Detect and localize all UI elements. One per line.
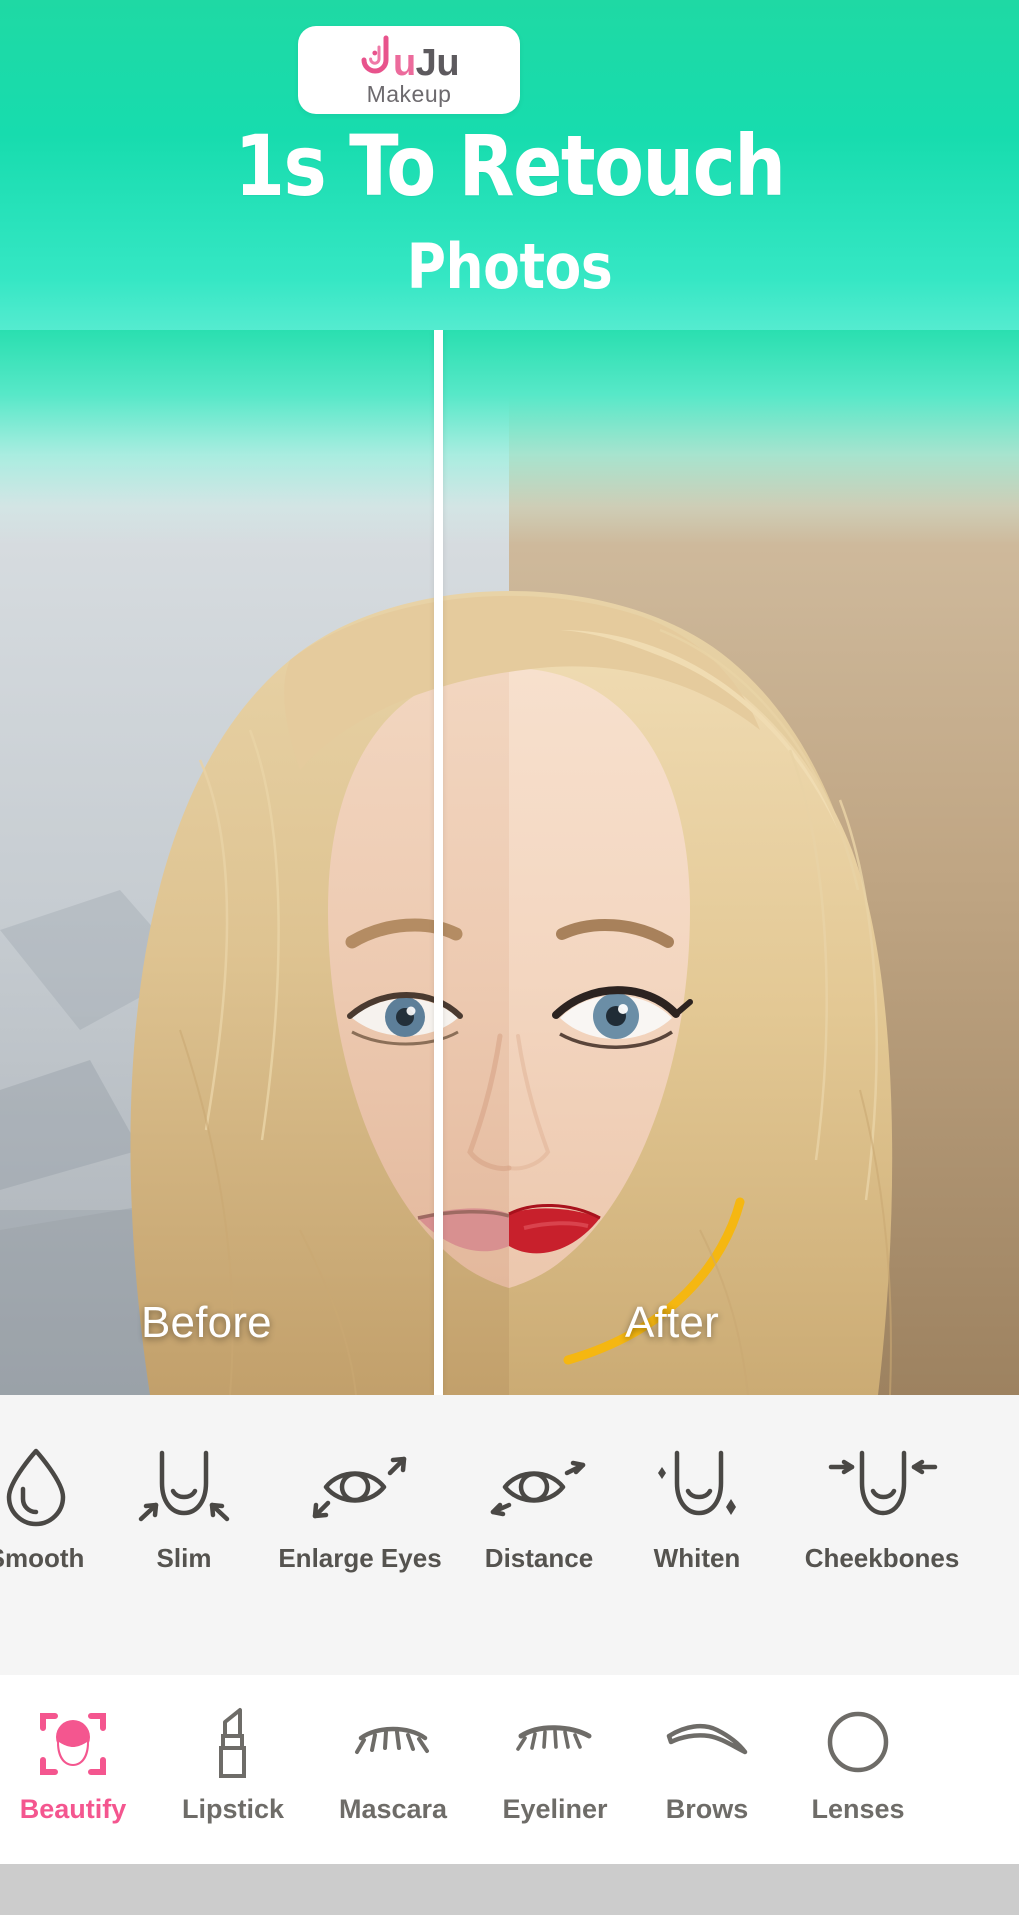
tool-whiten[interactable]: Whiten (618, 1443, 776, 1574)
eye-distance-icon (487, 1443, 591, 1527)
nav-item-lenses[interactable]: Lenses (778, 1706, 938, 1825)
hero-headline: 1s To Retouch (234, 117, 785, 215)
tool-label: Slim (156, 1543, 212, 1573)
face-slim-icon (137, 1443, 231, 1527)
bottom-home-strip (0, 1864, 1019, 1915)
juju-j-glyph-icon (359, 35, 392, 75)
nav-item-mascara[interactable]: Mascara (312, 1706, 474, 1825)
eyeliner-icon (513, 1706, 597, 1782)
tool-smooth[interactable]: Smooth (0, 1443, 108, 1574)
beautify-tools-strip: Smooth Slim (0, 1395, 1019, 1675)
tool-slim[interactable]: Slim (108, 1443, 260, 1574)
nav-label: Eyeliner (502, 1794, 608, 1824)
face-frame-icon (35, 1706, 111, 1782)
tool-label: Smooth (0, 1543, 85, 1573)
app-logo-card: u J u Makeup (298, 26, 520, 114)
beautify-tools-row: Smooth Slim (0, 1395, 1019, 1600)
nav-label: Brows (665, 1794, 749, 1824)
tool-label: Enlarge Eyes (278, 1543, 442, 1573)
app-promo-screen: u J u Makeup 1s To Retouch Photos Before… (0, 0, 1019, 1915)
before-label: Before (141, 1298, 272, 1347)
hero-subheadline: Photos (406, 230, 613, 303)
nav-label: Lipstick (181, 1794, 285, 1824)
tool-enlarge-eyes[interactable]: Enlarge Eyes (260, 1443, 460, 1574)
face-cheekbones-icon (825, 1443, 939, 1527)
tool-label: Distance (484, 1543, 594, 1573)
eye-enlarge-icon (308, 1443, 412, 1527)
nav-item-eyeliner[interactable]: Eyeliner (474, 1706, 636, 1825)
before-after-divider[interactable] (434, 330, 443, 1395)
brow-icon (661, 1706, 753, 1782)
before-after-photo: Before After (0, 330, 1019, 1395)
app-logo-j2: J (415, 41, 437, 84)
app-logo-wordmark: u J u (359, 35, 460, 84)
portrait-illustration (0, 330, 1019, 1395)
nav-label: Beautify (19, 1794, 127, 1824)
nav-item-beautify[interactable]: Beautify (0, 1706, 154, 1825)
app-logo-subtitle: Makeup (366, 80, 452, 107)
face-sparkle-icon (645, 1443, 749, 1527)
nav-label: Lenses (811, 1794, 905, 1824)
droplet-icon (0, 1443, 73, 1527)
tool-distance[interactable]: Distance (460, 1443, 618, 1574)
nav-item-lipstick[interactable]: Lipstick (154, 1706, 312, 1825)
app-logo-u1: u (392, 41, 416, 84)
nav-item-brows[interactable]: Brows (636, 1706, 778, 1825)
lashes-icon (351, 1706, 435, 1782)
bottom-nav-bar: Beautify Lipstick Mascara Eyeliner Brows… (0, 1678, 1019, 1864)
app-logo-u2: u (436, 41, 460, 84)
nav-label: Mascara (338, 1794, 448, 1824)
after-label: After (625, 1298, 719, 1347)
tool-cheekbones[interactable]: Cheekbones (776, 1443, 988, 1574)
tool-label: Whiten (653, 1543, 741, 1573)
lens-circle-icon (822, 1706, 894, 1782)
lipstick-icon (208, 1706, 258, 1782)
tool-label: Cheekbones (804, 1543, 960, 1573)
